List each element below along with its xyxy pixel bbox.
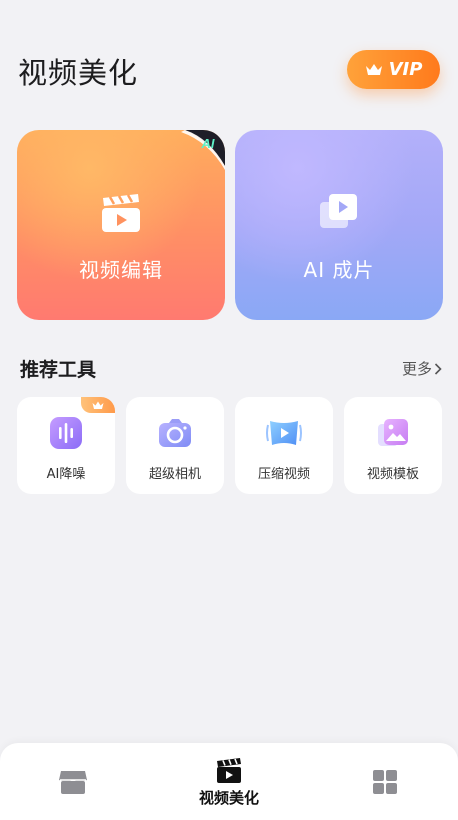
tool-label: 压缩视频 bbox=[257, 467, 310, 482]
vip-button[interactable]: VIP bbox=[347, 50, 440, 89]
tool-label: 超级相机 bbox=[148, 467, 201, 482]
tool-ai-denoise[interactable]: AI降噪 bbox=[17, 397, 115, 494]
stacked-video-icon bbox=[320, 194, 357, 228]
audio-wave-icon bbox=[50, 417, 82, 449]
tool-super-camera[interactable]: 超级相机 bbox=[126, 397, 224, 494]
premium-badge bbox=[81, 397, 115, 413]
compress-video-icon bbox=[266, 421, 302, 445]
store-icon bbox=[59, 771, 87, 794]
video-edit-card[interactable]: AI 视频编辑 bbox=[17, 130, 225, 320]
tool-label: 视频模板 bbox=[366, 467, 419, 482]
bottom-nav: 视频美化 bbox=[0, 743, 458, 820]
ai-film-label: AI 成片 bbox=[303, 258, 375, 282]
more-label: 更多 bbox=[401, 360, 432, 378]
nav-tab-video[interactable]: 视频美化 bbox=[188, 757, 270, 808]
nav-tab-label: 视频美化 bbox=[198, 789, 259, 807]
template-icon bbox=[378, 419, 408, 446]
ai-badge-text: AI bbox=[201, 136, 215, 151]
camera-icon bbox=[159, 419, 191, 447]
ai-badge: AI bbox=[181, 130, 225, 170]
chevron-right-icon bbox=[434, 362, 442, 375]
crown-icon bbox=[92, 401, 104, 409]
crown-icon bbox=[365, 63, 382, 75]
section-title: 推荐工具 bbox=[20, 359, 97, 381]
clapperboard-icon bbox=[102, 194, 140, 232]
tool-compress-video[interactable]: 压缩视频 bbox=[235, 397, 333, 494]
nav-tab-store[interactable] bbox=[58, 768, 88, 796]
clapperboard-icon bbox=[217, 758, 241, 783]
vip-label: VIP bbox=[388, 59, 423, 80]
tool-label: AI降噪 bbox=[46, 467, 86, 482]
grid-icon bbox=[373, 770, 397, 794]
tool-video-template[interactable]: 视频模板 bbox=[344, 397, 442, 494]
page-title: 视频美化 bbox=[18, 56, 139, 90]
video-edit-label: 视频编辑 bbox=[79, 258, 163, 282]
page: 视频美化 VIP AI 视频编辑 AI 成片 推荐工具 更多 AI降噪 超级相机… bbox=[0, 0, 458, 820]
nav-tab-apps[interactable] bbox=[371, 768, 399, 796]
more-link[interactable]: 更多 bbox=[402, 358, 442, 379]
ai-film-card[interactable]: AI 成片 bbox=[235, 130, 443, 320]
